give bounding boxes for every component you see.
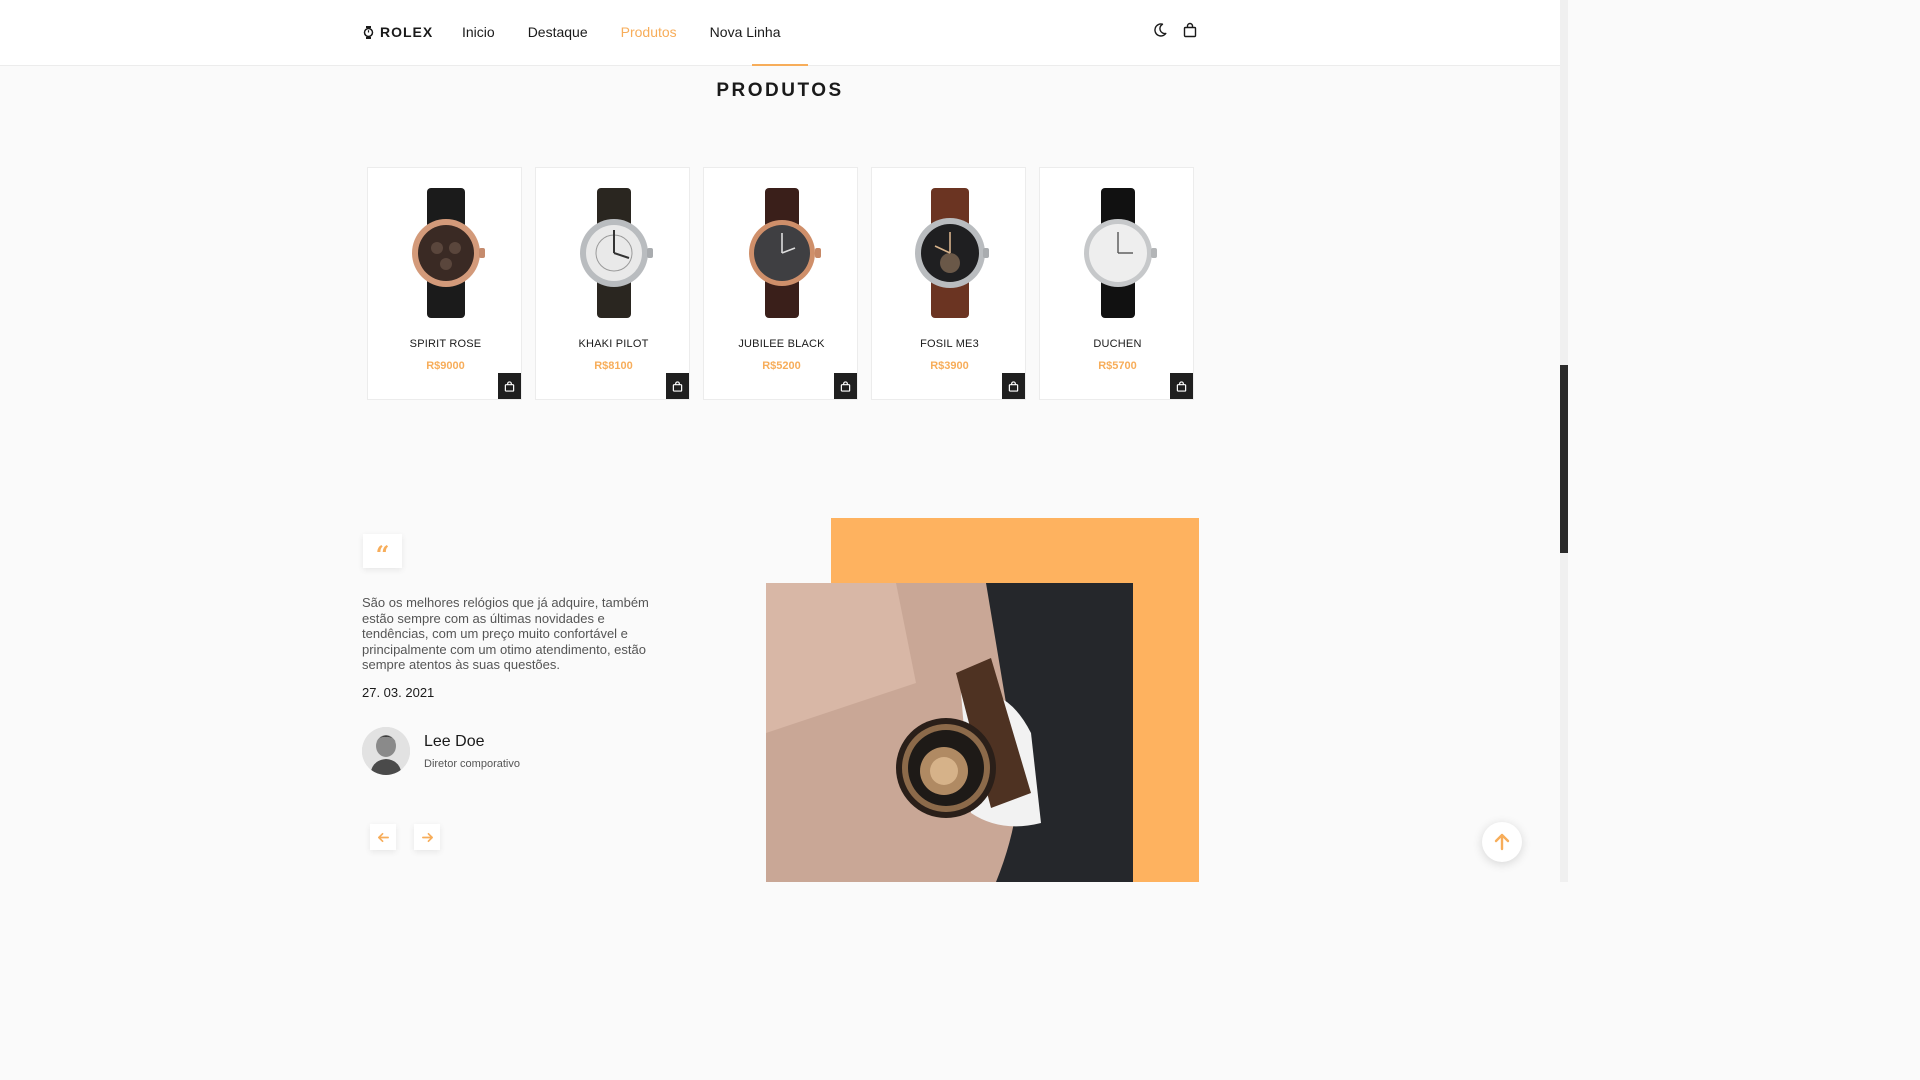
testimonial-text: São os melhores relógios que já adquire,… — [362, 595, 649, 672]
nav-link-nova-linha[interactable]: Nova Linha — [710, 24, 781, 40]
header-actions — [1152, 22, 1198, 40]
page-scrollbar[interactable] — [1560, 0, 1568, 882]
product-image — [872, 188, 1027, 328]
person-role: Diretor comporativo — [424, 758, 520, 770]
arrow-left-icon — [377, 832, 389, 842]
site-header: ROLEX Inicio Destaque Produtos Nova Linh… — [0, 0, 1560, 66]
product-name: DUCHEN — [1093, 338, 1142, 350]
moon-icon[interactable] — [1152, 22, 1168, 40]
person-name: Lee Doe — [424, 733, 485, 750]
product-card[interactable]: FOSIL ME3 R$3900 — [871, 167, 1026, 400]
product-price: R$5700 — [1098, 360, 1137, 372]
quote-mark: “ — [375, 540, 390, 569]
shopping-bag-icon[interactable] — [1182, 22, 1198, 40]
product-name: KHAKI PILOT — [578, 338, 649, 350]
add-to-cart-button[interactable] — [1170, 373, 1193, 399]
shopping-bag-icon — [504, 380, 515, 392]
product-price: R$9000 — [426, 360, 465, 372]
add-to-cart-button[interactable] — [834, 373, 857, 399]
arrow-up-icon — [1494, 833, 1510, 851]
product-image — [1040, 188, 1195, 328]
product-image — [704, 188, 859, 328]
product-card[interactable]: JUBILEE BLACK R$5200 — [703, 167, 858, 400]
testimonial-date: 27. 03. 2021 — [362, 685, 435, 700]
section-title: PRODUTOS — [716, 80, 844, 101]
scroll-to-top-button[interactable] — [1482, 822, 1522, 862]
product-card[interactable]: SPIRIT ROSE R$9000 — [367, 167, 522, 400]
previous-button[interactable] — [370, 824, 396, 850]
add-to-cart-button[interactable] — [1002, 373, 1025, 399]
shopping-bag-icon — [1008, 380, 1019, 392]
add-to-cart-button[interactable] — [666, 373, 689, 399]
product-name: SPIRIT ROSE — [409, 338, 482, 350]
quote-icon: “ — [363, 534, 402, 568]
product-price: R$8100 — [594, 360, 633, 372]
wrist-watch-photo — [766, 583, 1133, 882]
nav-link-produtos[interactable]: Produtos — [621, 24, 677, 40]
shopping-bag-icon — [672, 380, 683, 392]
product-list: SPIRIT ROSE R$9000 KHAKI PILOT R$8100 JU… — [367, 167, 1194, 400]
product-name: JUBILEE BLACK — [738, 338, 825, 350]
product-card[interactable]: KHAKI PILOT R$8100 — [535, 167, 690, 400]
section-title-underline — [752, 64, 808, 66]
add-to-cart-button[interactable] — [498, 373, 521, 399]
scrollbar-thumb[interactable] — [1560, 365, 1568, 553]
product-price: R$5200 — [762, 360, 801, 372]
logo-text: ROLEX — [380, 24, 434, 40]
nav-link-inicio[interactable]: Inicio — [462, 24, 495, 40]
next-button[interactable] — [414, 824, 440, 850]
watch-logo-icon — [363, 25, 374, 39]
product-price: R$3900 — [930, 360, 969, 372]
avatar — [362, 727, 410, 775]
main-nav: Inicio Destaque Produtos Nova Linha — [462, 24, 814, 40]
arrow-right-icon — [421, 832, 433, 842]
shopping-bag-icon — [840, 380, 851, 392]
product-name: FOSIL ME3 — [920, 338, 979, 350]
shopping-bag-icon — [1176, 380, 1187, 392]
product-image — [368, 188, 523, 328]
nav-link-destaque[interactable]: Destaque — [528, 24, 588, 40]
logo[interactable]: ROLEX — [363, 24, 433, 40]
product-card[interactable]: DUCHEN R$5700 — [1039, 167, 1194, 400]
product-image — [536, 188, 691, 328]
